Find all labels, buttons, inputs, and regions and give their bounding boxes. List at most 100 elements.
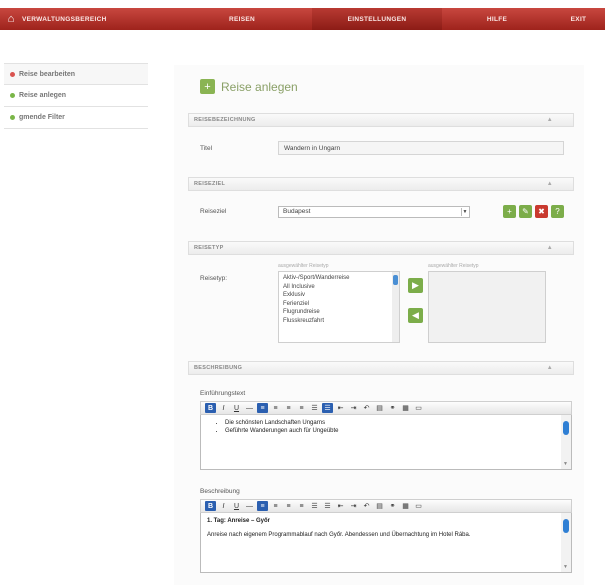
- align-left-icon[interactable]: ≡: [257, 501, 268, 511]
- delete-button[interactable]: ✖: [535, 205, 548, 218]
- italic-button[interactable]: I: [218, 501, 229, 511]
- align-right-icon[interactable]: ≡: [283, 501, 294, 511]
- einfuehrung-label: Einführungstext: [200, 390, 246, 397]
- nav-hilfe[interactable]: Hilfe: [442, 8, 552, 30]
- beschreibung-label: Beschreibung: [200, 488, 240, 495]
- reiseziel-select[interactable]: Budapest ▼: [278, 206, 470, 218]
- home-icon[interactable]: ⌂: [0, 13, 22, 25]
- day-heading: 1. Tag: Anreise – Győr: [207, 518, 271, 524]
- sidebar: Reise bearbeiten Reise anlegen gmende Fi…: [4, 63, 148, 129]
- section-title: Reisebezeichnung: [194, 117, 256, 123]
- list-item[interactable]: Flusskreuzfahrt: [283, 317, 395, 326]
- einfuehrung-editor[interactable]: Die schönsten Landschaften Ungarns Gefüh…: [200, 415, 572, 470]
- indent-icon[interactable]: ⇥: [348, 403, 359, 413]
- indent-icon[interactable]: ⇥: [348, 501, 359, 511]
- nav-exit[interactable]: Exit: [552, 8, 605, 30]
- available-types-list[interactable]: Aktiv-/Sport/Wanderreise All Inclusive E…: [278, 271, 400, 343]
- titel-label: Titel: [200, 145, 213, 152]
- page-title: + Reise anlegen: [200, 79, 298, 94]
- list-item[interactable]: Exklusiv: [283, 291, 395, 300]
- sidebar-item-reise-bearbeiten[interactable]: Reise bearbeiten: [4, 63, 148, 85]
- scrollbar[interactable]: [392, 272, 399, 342]
- undo-icon[interactable]: ↶: [361, 501, 372, 511]
- ordered-list-icon[interactable]: ☰: [309, 403, 320, 413]
- section-title: Reiseziel: [194, 181, 226, 187]
- chevron-down-icon: ▼: [461, 208, 468, 216]
- green-dot-icon: [10, 115, 15, 120]
- editor-toolbar: B I U — ≡ ≡ ≡ ≡ ☰ ☰ ⇤ ⇥ ↶ ▤ ⚭ ▦ ▭: [200, 499, 572, 513]
- reisetyp-label: Reisetyp:: [200, 275, 228, 282]
- section-reisebezeichnung[interactable]: Reisebezeichnung ▲: [188, 113, 574, 127]
- edit-button[interactable]: ✎: [519, 205, 532, 218]
- green-dot-icon: [10, 93, 15, 98]
- align-center-icon[interactable]: ≡: [270, 501, 281, 511]
- bold-button[interactable]: B: [205, 403, 216, 413]
- image-icon[interactable]: ▦: [400, 403, 411, 413]
- strikethrough-button[interactable]: —: [244, 403, 255, 413]
- fullscreen-icon[interactable]: ▭: [413, 403, 424, 413]
- add-button[interactable]: +: [503, 205, 516, 218]
- sidebar-item-reise-anlegen[interactable]: Reise anlegen: [4, 85, 148, 107]
- list-item: Die schönsten Landschaften Ungarns: [225, 419, 557, 427]
- align-right-icon[interactable]: ≡: [283, 403, 294, 413]
- list-item[interactable]: Flugrundreise: [283, 308, 395, 317]
- reiseziel-value: Budapest: [283, 208, 311, 215]
- italic-button[interactable]: I: [218, 403, 229, 413]
- nav-verwaltungsbereich[interactable]: Verwaltungsbereich: [22, 8, 172, 30]
- bullet-list-icon[interactable]: ☰: [322, 501, 333, 511]
- nav-reisen[interactable]: Reisen: [172, 8, 312, 30]
- move-left-button[interactable]: ◀: [408, 308, 423, 323]
- add-trip-icon: +: [200, 79, 215, 94]
- collapse-arrow-icon[interactable]: ▲: [547, 245, 553, 251]
- strikethrough-button[interactable]: —: [244, 501, 255, 511]
- sidebar-item-label: Reise bearbeiten: [19, 70, 76, 78]
- align-center-icon[interactable]: ≡: [270, 403, 281, 413]
- paste-icon[interactable]: ▤: [374, 501, 385, 511]
- selected-types-list[interactable]: [428, 271, 546, 343]
- fullscreen-icon[interactable]: ▭: [413, 501, 424, 511]
- top-navigation-bar: ⌂ Verwaltungsbereich Reisen Einstellunge…: [0, 8, 605, 30]
- scrollbar[interactable]: ▼: [561, 415, 571, 469]
- bold-button[interactable]: B: [205, 501, 216, 511]
- section-reisetyp[interactable]: Reisetyp ▲: [188, 241, 574, 255]
- help-button[interactable]: ?: [551, 205, 564, 218]
- underline-button[interactable]: U: [231, 403, 242, 413]
- outdent-icon[interactable]: ⇤: [335, 403, 346, 413]
- list-item[interactable]: All Inclusive: [283, 283, 395, 292]
- align-left-icon[interactable]: ≡: [257, 403, 268, 413]
- undo-icon[interactable]: ↶: [361, 403, 372, 413]
- editor-toolbar: B I U — ≡ ≡ ≡ ≡ ☰ ☰ ⇤ ⇥ ↶ ▤ ⚭ ▦ ▭: [200, 401, 572, 415]
- section-beschreibung[interactable]: Beschreibung ▲: [188, 361, 574, 375]
- list-item[interactable]: Aktiv-/Sport/Wanderreise: [283, 274, 395, 283]
- titel-input[interactable]: Wandern in Ungarn: [278, 141, 564, 155]
- sidebar-item-label: Reise anlegen: [19, 92, 67, 99]
- ordered-list-icon[interactable]: ☰: [309, 501, 320, 511]
- move-right-button[interactable]: ▶: [408, 278, 423, 293]
- selected-types-label: ausgewählter Reisetyp: [428, 263, 479, 269]
- collapse-arrow-icon[interactable]: ▲: [547, 181, 553, 187]
- scrollbar[interactable]: ▼: [561, 513, 571, 572]
- nav-einstellungen[interactable]: Einstellungen: [312, 8, 442, 30]
- page-title-text: Reise anlegen: [221, 79, 298, 94]
- section-title: Reisetyp: [194, 245, 224, 251]
- collapse-arrow-icon[interactable]: ▲: [547, 117, 553, 123]
- outdent-icon[interactable]: ⇤: [335, 501, 346, 511]
- underline-button[interactable]: U: [231, 501, 242, 511]
- image-icon[interactable]: ▦: [400, 501, 411, 511]
- sidebar-item-filter[interactable]: gmende Filter: [4, 107, 148, 129]
- reiseziel-label: Reiseziel: [200, 208, 227, 215]
- link-icon[interactable]: ⚭: [387, 501, 398, 511]
- list-item[interactable]: Ferienziel: [283, 300, 395, 309]
- red-dot-icon: [10, 71, 15, 77]
- link-icon[interactable]: ⚭: [387, 403, 398, 413]
- list-item: Geführte Wanderungen auch für Ungeübte: [225, 427, 557, 435]
- sidebar-item-label: gmende Filter: [19, 114, 65, 121]
- bullet-list-icon[interactable]: ☰: [322, 403, 333, 413]
- section-reiseziel[interactable]: Reiseziel ▲: [188, 177, 574, 191]
- collapse-arrow-icon[interactable]: ▲: [547, 365, 553, 371]
- beschreibung-editor[interactable]: 1. Tag: Anreise – Győr Anreise nach eige…: [200, 513, 572, 573]
- justify-icon[interactable]: ≡: [296, 403, 307, 413]
- main-content-panel: + Reise anlegen Reisebezeichnung ▲ Titel…: [174, 65, 584, 585]
- justify-icon[interactable]: ≡: [296, 501, 307, 511]
- paste-icon[interactable]: ▤: [374, 403, 385, 413]
